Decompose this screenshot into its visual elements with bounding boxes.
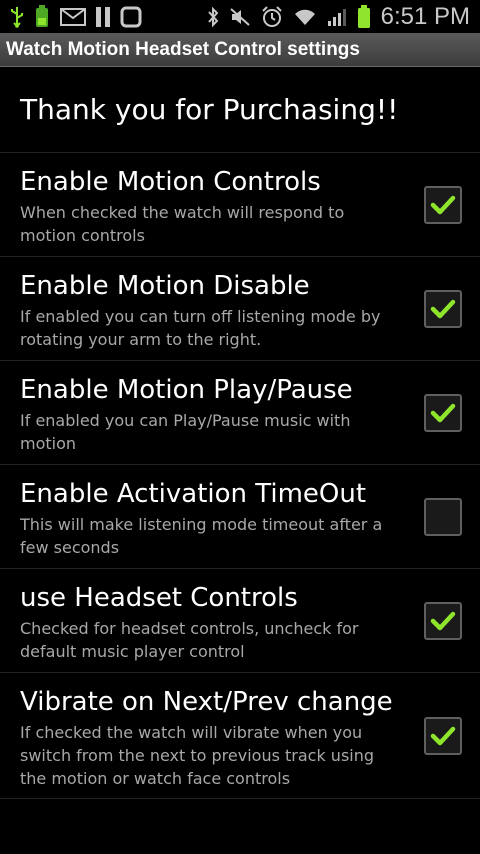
square-icon xyxy=(120,6,142,28)
usb-icon xyxy=(10,6,24,28)
mail-icon xyxy=(60,7,86,27)
pref-title: Enable Motion Controls xyxy=(20,167,321,197)
pref-enable-motion-disable[interactable]: Enable Motion Disable If enabled you can… xyxy=(0,257,480,361)
pref-enable-activation-timeout[interactable]: Enable Activation TimeOut This will make… xyxy=(0,465,480,569)
pref-checkbox[interactable] xyxy=(424,289,462,328)
pref-checkbox[interactable] xyxy=(424,716,462,755)
pref-summary: Checked for headset controls, uncheck fo… xyxy=(20,619,359,661)
pref-checkbox[interactable] xyxy=(424,185,462,224)
wifi-icon xyxy=(293,7,317,27)
pref-summary: If checked the watch will vibrate when y… xyxy=(20,723,375,788)
app-title-bar: Watch Motion Headset Control settings xyxy=(0,33,480,67)
checkmark-icon xyxy=(430,611,456,630)
pref-title: Vibrate on Next/Prev change xyxy=(20,687,393,717)
pref-summary: When checked the watch will respond to m… xyxy=(20,203,345,245)
pref-title: use Headset Controls xyxy=(20,583,298,613)
pref-checkbox[interactable] xyxy=(424,601,462,640)
purchase-thanks-text: Thank you for Purchasing!! xyxy=(20,93,399,126)
pref-summary: This will make listening mode timeout af… xyxy=(20,515,383,557)
mute-icon xyxy=(229,7,251,27)
bluetooth-icon xyxy=(207,6,219,28)
preference-list: Thank you for Purchasing!! Enable Motion… xyxy=(0,67,480,799)
checkmark-icon xyxy=(430,299,456,318)
pref-title: Enable Motion Play/Pause xyxy=(20,375,353,405)
pref-checkbox[interactable] xyxy=(424,497,462,536)
pref-title: Enable Motion Disable xyxy=(20,271,310,301)
status-bar-left-icons xyxy=(0,4,142,29)
app-title: Watch Motion Headset Control settings xyxy=(6,38,360,60)
checkmark-icon xyxy=(430,726,456,745)
status-bar-right-icons: 6:51 PM xyxy=(207,0,480,33)
battery-saver-icon xyxy=(33,4,51,29)
pref-summary: If enabled you can turn off listening mo… xyxy=(20,307,381,349)
pref-enable-motion-play-pause[interactable]: Enable Motion Play/Pause If enabled you … xyxy=(0,361,480,465)
battery-icon xyxy=(357,4,371,29)
purchase-thanks-row: Thank you for Purchasing!! xyxy=(0,67,480,153)
checkmark-icon xyxy=(430,403,456,422)
pref-vibrate-on-next-prev[interactable]: Vibrate on Next/Prev change If checked t… xyxy=(0,673,480,799)
pref-title: Enable Activation TimeOut xyxy=(20,479,367,509)
pause-icon xyxy=(95,6,111,28)
pref-summary: If enabled you can Play/Pause music with… xyxy=(20,411,351,453)
checkmark-icon xyxy=(430,195,456,214)
alarm-icon xyxy=(261,5,283,28)
pref-enable-motion-controls[interactable]: Enable Motion Controls When checked the … xyxy=(0,153,480,257)
status-time: 6:51 PM xyxy=(380,2,470,30)
status-bar: 6:51 PM xyxy=(0,0,480,33)
pref-use-headset-controls[interactable]: use Headset Controls Checked for headset… xyxy=(0,569,480,673)
pref-checkbox[interactable] xyxy=(424,393,462,432)
signal-icon xyxy=(327,7,347,27)
